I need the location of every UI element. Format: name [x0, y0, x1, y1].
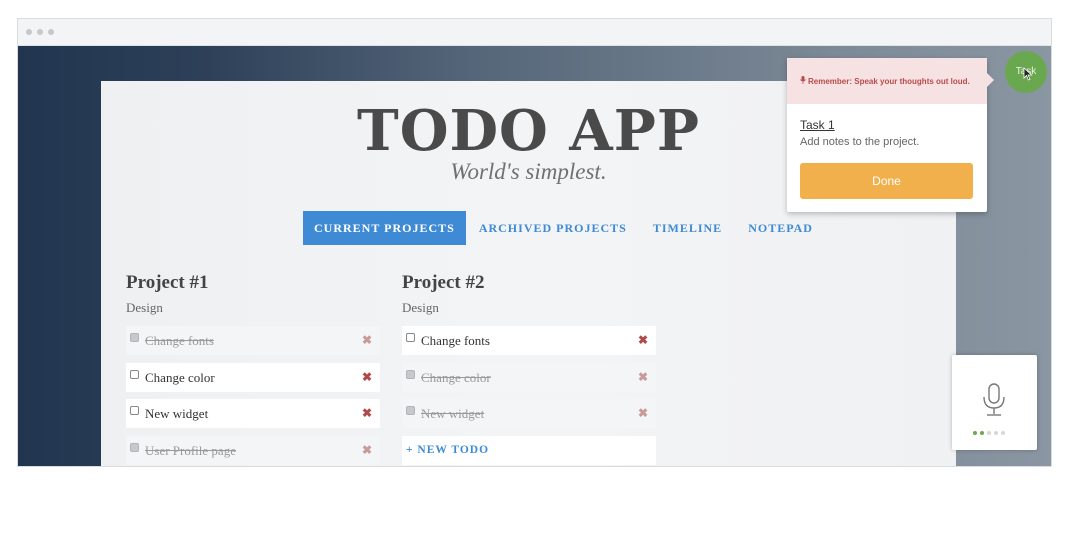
tab-archived-projects[interactable]: ARCHIVED PROJECTS [466, 211, 640, 245]
todo-text[interactable]: Change fonts [145, 333, 214, 348]
todo-text[interactable]: New widget [421, 406, 484, 421]
project-2: Project #2 Design Change fonts ✖ Change … [402, 272, 656, 465]
todo-text[interactable]: Change color [145, 370, 215, 385]
new-todo-button[interactable]: + NEW TODO [402, 435, 656, 465]
delete-icon[interactable]: ✖ [638, 406, 648, 421]
progress-dot [994, 431, 998, 435]
delete-icon[interactable]: ✖ [362, 370, 372, 385]
todo-item: Change fonts ✖ [402, 326, 656, 355]
mic-icon [800, 76, 806, 84]
window-close-dot[interactable] [26, 29, 32, 35]
delete-icon[interactable]: ✖ [362, 333, 372, 348]
todo-text[interactable]: New widget [145, 406, 208, 421]
tab-notepad[interactable]: NOTEPAD [735, 211, 826, 245]
task-popover: Remember: Speak your thoughts out loud. … [787, 58, 994, 212]
page-viewport: TODO APP World's simplest. CURRENT PROJE… [18, 46, 1051, 466]
todo-item: Change color ✖ [402, 362, 656, 392]
todo-text[interactable]: Change color [421, 370, 491, 385]
delete-icon[interactable]: ✖ [638, 333, 648, 348]
project-category: Design [402, 300, 439, 315]
todo-item: User Profile page ✖ [126, 435, 380, 465]
voice-recorder-widget[interactable] [952, 355, 1037, 450]
todo-list: Change fonts ✖ Change color ✖ New widget… [402, 326, 656, 465]
tab-timeline[interactable]: TIMELINE [640, 211, 735, 245]
delete-icon[interactable]: ✖ [362, 406, 372, 421]
project-tabs: CURRENT PROJECTS ARCHIVED PROJECTS TIMEL… [303, 211, 826, 245]
progress-dot [987, 431, 991, 435]
recording-progress [973, 431, 1005, 435]
progress-dot [973, 431, 977, 435]
todo-item: New widget ✖ [126, 399, 380, 428]
todo-checkbox[interactable] [406, 406, 415, 415]
tab-current-projects[interactable]: CURRENT PROJECTS [303, 211, 466, 245]
todo-checkbox[interactable] [406, 333, 415, 342]
done-button[interactable]: Done [800, 163, 973, 199]
todo-checkbox[interactable] [130, 333, 139, 342]
popover-arrow [986, 72, 994, 88]
window-maximize-dot[interactable] [48, 29, 54, 35]
todo-checkbox[interactable] [130, 369, 139, 379]
project-category: Design [126, 300, 163, 315]
project-title: Project #1 [126, 272, 209, 293]
todo-checkbox[interactable] [406, 369, 415, 379]
task-note: Add notes to the project. [800, 136, 920, 148]
browser-window: TODO APP World's simplest. CURRENT PROJE… [17, 18, 1052, 467]
reminder-text: Remember: Speak your thoughts out loud. [800, 76, 970, 86]
todo-text[interactable]: Change fonts [421, 333, 490, 348]
task-title[interactable]: Task 1 [800, 118, 987, 132]
todo-item: Change color ✖ [126, 362, 380, 392]
todo-checkbox[interactable] [130, 406, 139, 415]
progress-dot [1001, 431, 1005, 435]
project-title: Project #2 [402, 272, 485, 293]
project-1: Project #1 Design Change fonts ✖ Change … [126, 272, 380, 466]
todo-text[interactable]: User Profile page [145, 443, 236, 458]
todo-item: New widget ✖ [402, 399, 656, 428]
reminder-banner: Remember: Speak your thoughts out loud. [787, 58, 987, 104]
browser-toolbar [18, 19, 1051, 46]
todo-checkbox[interactable] [130, 442, 139, 452]
window-minimize-dot[interactable] [37, 29, 43, 35]
microphone-icon[interactable] [981, 383, 1007, 417]
reminder-label: Remember: Speak your thoughts out loud. [808, 77, 970, 86]
progress-dot [980, 431, 984, 435]
cursor-icon [1023, 67, 1033, 81]
delete-icon[interactable]: ✖ [638, 370, 648, 385]
todo-item: Change fonts ✖ [126, 326, 380, 355]
todo-list: Change fonts ✖ Change color ✖ New widget… [126, 326, 380, 465]
delete-icon[interactable]: ✖ [362, 443, 372, 458]
